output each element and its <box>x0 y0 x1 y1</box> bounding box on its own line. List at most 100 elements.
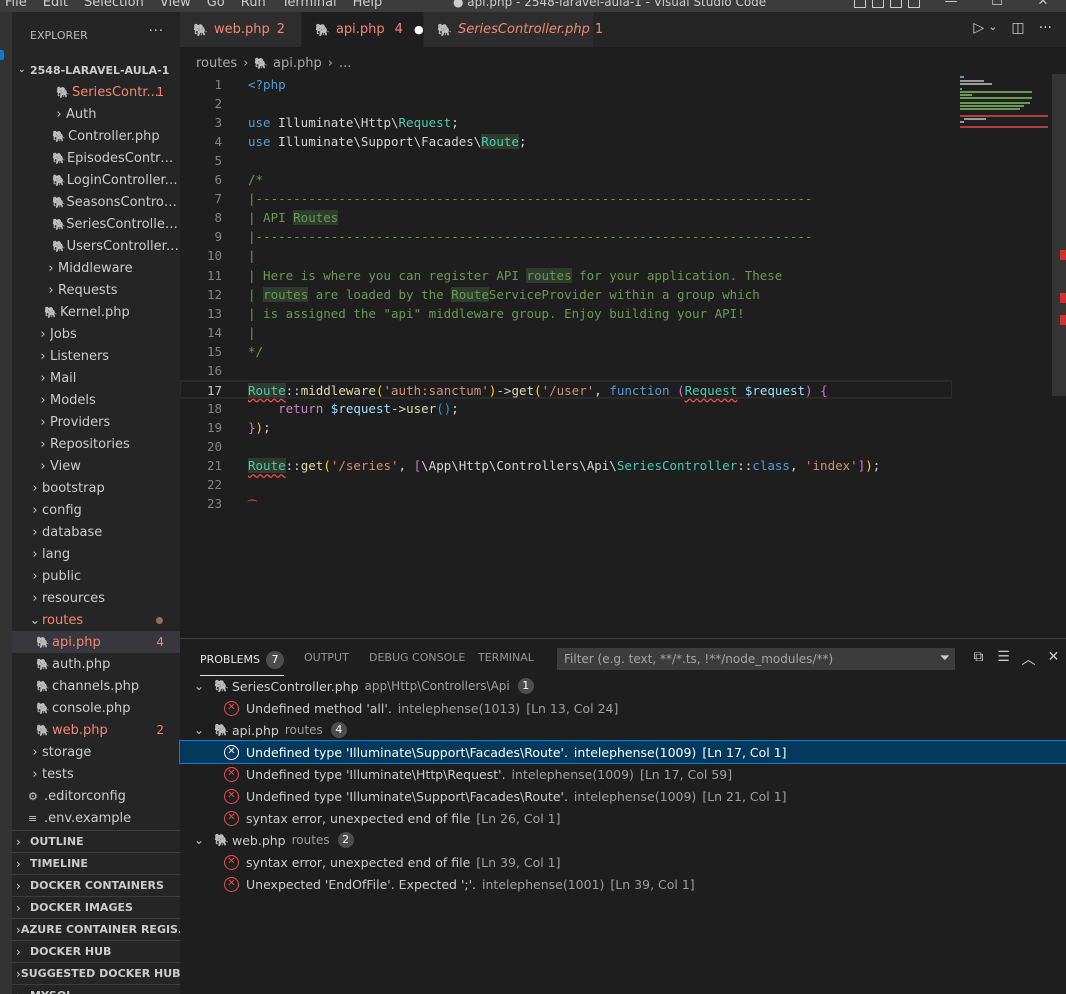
code-token: get <box>300 458 324 473</box>
problems-filter-input[interactable] <box>558 649 928 669</box>
menu-edit[interactable]: Edit <box>43 0 68 10</box>
problem-item[interactable]: ✕ Unexpected 'EndOfFile'. Expected ';'. in… <box>180 873 1066 895</box>
tree-item[interactable]: › storage <box>12 741 180 763</box>
more-actions-icon[interactable]: ··· <box>1039 20 1052 36</box>
breadcrumb-symbols[interactable]: ... <box>339 56 351 71</box>
tree-item[interactable]: › Repositories <box>12 433 180 455</box>
tree-item[interactable]: › database <box>12 521 180 543</box>
tree-item[interactable]: 🐘 EpisodesControll... <box>12 147 180 169</box>
tree-item[interactable]: 🐘 Kernel.php <box>12 301 180 323</box>
menu-selection[interactable]: Selection <box>84 0 144 10</box>
tree-item[interactable]: › resources <box>12 587 180 609</box>
tab-web-php[interactable]: 🐘 web.php 2 <box>180 12 302 47</box>
minimap[interactable] <box>958 74 1052 637</box>
filter-icon[interactable]: ⏷ <box>940 651 950 666</box>
tree-item[interactable]: › Requests <box>12 279 180 301</box>
tree-item[interactable]: 🐘 console.php <box>12 697 180 719</box>
problems-filter: ⏷ <box>557 648 955 670</box>
tab-debug-console[interactable]: DEBUG CONSOLE <box>369 651 465 664</box>
run-icon[interactable]: ▷ <box>973 20 984 36</box>
tree-item[interactable]: › config <box>12 499 180 521</box>
tree-item[interactable]: 🐘SeriesController.p... <box>12 213 180 235</box>
tab-terminal[interactable]: TERMINAL <box>478 651 534 664</box>
section-suggested-docker-hub[interactable]: › SUGGESTED DOCKER HUB ... <box>12 962 180 984</box>
tree-item[interactable]: › bootstrap <box>12 477 180 499</box>
toggle-secondary-sidebar-icon[interactable] <box>890 0 902 8</box>
problem-message: Undefined method 'all'. <box>246 700 392 716</box>
tree-item[interactable]: › public <box>12 565 180 587</box>
toggle-sidebar-icon[interactable] <box>854 0 866 8</box>
maximize-panel-icon[interactable]: ︿ <box>1016 649 1041 669</box>
copy-icon[interactable]: ⧉ <box>966 649 991 669</box>
problem-item[interactable]: ✕ Undefined method 'all'. intelephense(101… <box>180 697 1066 719</box>
modified-dot-icon[interactable]: ● <box>414 23 424 36</box>
tree-item[interactable]: 🐘 auth.php <box>12 653 180 675</box>
section-mysql[interactable]: ›MYSQL <box>12 984 180 994</box>
editor-scrollbar[interactable] <box>1052 74 1066 396</box>
line-number: 3 <box>214 115 222 131</box>
tree-item-label: routes <box>42 612 84 628</box>
section-timeline[interactable]: › TIMELINE <box>12 852 180 874</box>
problem-item[interactable]: ✕ Undefined type 'Illuminate\Http\Request… <box>180 763 1066 785</box>
problem-item[interactable]: ✕ Undefined type 'Illuminate\Support\Faca… <box>179 740 1066 764</box>
tree-item[interactable]: 🐘 LoginController.p... <box>12 169 180 191</box>
tab-output[interactable]: OUTPUT <box>304 651 349 664</box>
menu-go[interactable]: Go <box>207 0 225 10</box>
tree-item[interactable]: 🐘 channels.php <box>12 675 180 697</box>
minimize-button[interactable]: — <box>928 0 974 9</box>
maximize-button[interactable]: ☐ <box>974 0 1020 9</box>
code-token: middleware <box>300 382 376 398</box>
breadcrumb-file[interactable]: api.php <box>273 56 322 71</box>
problem-group[interactable]: ⌄ 🐘 web.php routes 2 <box>180 829 1066 851</box>
section-azure-container-regis[interactable]: › AZURE CONTAINER REGIS... <box>12 918 180 940</box>
tree-item[interactable]: › tests <box>12 763 180 785</box>
collapse-all-icon[interactable]: ☰ <box>991 649 1016 669</box>
tree-item[interactable]: 🐘 SeriesContr... 1 <box>12 81 180 103</box>
menu-view[interactable]: View <box>160 0 191 10</box>
tree-item[interactable]: 🐘 web.php 2 <box>12 719 180 741</box>
menu-file[interactable]: File <box>5 0 27 10</box>
code-token: :: <box>285 382 301 398</box>
tree-item[interactable]: › Jobs <box>12 323 180 345</box>
tab-seriescontroller-php[interactable]: 🐘 SeriesController.php 1 <box>424 12 603 47</box>
tree-item[interactable]: › Middleware <box>12 257 180 279</box>
section-docker-containers[interactable]: › DOCKER CONTAINERS <box>12 874 180 896</box>
problem-group[interactable]: ⌄ 🐘 api.php routes 4 <box>180 719 1066 741</box>
tree-item[interactable]: ⚙ .editorconfig <box>12 785 180 807</box>
section-outline[interactable]: › OUTLINE <box>12 830 180 852</box>
tree-item[interactable]: › Providers <box>12 411 180 433</box>
tree-item[interactable]: › Auth <box>12 103 180 125</box>
tree-item[interactable]: › Mail <box>12 367 180 389</box>
menu-terminal[interactable]: Terminal <box>282 0 337 10</box>
tree-item[interactable]: 🐘 api.php 4 <box>12 631 180 653</box>
tree-item[interactable]: › Models <box>12 389 180 411</box>
problem-item[interactable]: ✕ syntax error, unexpected end of file [Ln… <box>180 851 1066 873</box>
tree-item[interactable]: ⌄ routes <box>12 609 180 631</box>
project-root[interactable]: ⌄ 2548-LARAVEL-AULA-1 <box>12 59 180 81</box>
run-menu-chevron-icon[interactable]: ⌄ <box>988 20 997 36</box>
tree-item[interactable]: › Listeners <box>12 345 180 367</box>
close-window-button[interactable]: ✕ <box>1020 0 1066 9</box>
menu-run[interactable]: Run <box>241 0 266 10</box>
customize-layout-icon[interactable] <box>908 0 920 8</box>
tab-problems[interactable]: PROBLEMS 7 <box>200 651 285 676</box>
tab-api-php[interactable]: 🐘 api.php 4 ● <box>302 12 424 47</box>
code-editor[interactable]: 1 <?php 2 3 use Illuminate\Http\Request; 4 use… <box>180 74 1066 637</box>
split-editor-icon[interactable]: ◫ <box>1011 20 1024 36</box>
problem-group[interactable]: ⌄ 🐘 SeriesController.php app\Http\Controlle… <box>180 675 1066 697</box>
tree-item[interactable]: ≡ .env.example <box>12 807 180 829</box>
tree-item[interactable]: 🐘 Controller.php <box>12 125 180 147</box>
toggle-panel-icon[interactable] <box>872 0 884 8</box>
tree-item[interactable]: › lang <box>12 543 180 565</box>
problem-item[interactable]: ✕ Undefined type 'Illuminate\Support\Faca… <box>180 785 1066 807</box>
menu-help[interactable]: Help <box>353 0 383 10</box>
breadcrumb-folder[interactable]: routes <box>196 56 237 71</box>
tree-item[interactable]: 🐘 UsersController.p... <box>12 235 180 257</box>
tree-item[interactable]: › View <box>12 455 180 477</box>
problem-item[interactable]: ✕ syntax error, unexpected end of file [Ln… <box>180 807 1066 829</box>
section-docker-hub[interactable]: › DOCKER HUB <box>12 940 180 962</box>
section-docker-images[interactable]: › DOCKER IMAGES <box>12 896 180 918</box>
explorer-more-icon[interactable]: ··· <box>149 24 164 39</box>
close-panel-icon[interactable]: ✕ <box>1041 649 1066 669</box>
tree-item[interactable]: 🐘 SeasonsControlle... <box>12 191 180 213</box>
